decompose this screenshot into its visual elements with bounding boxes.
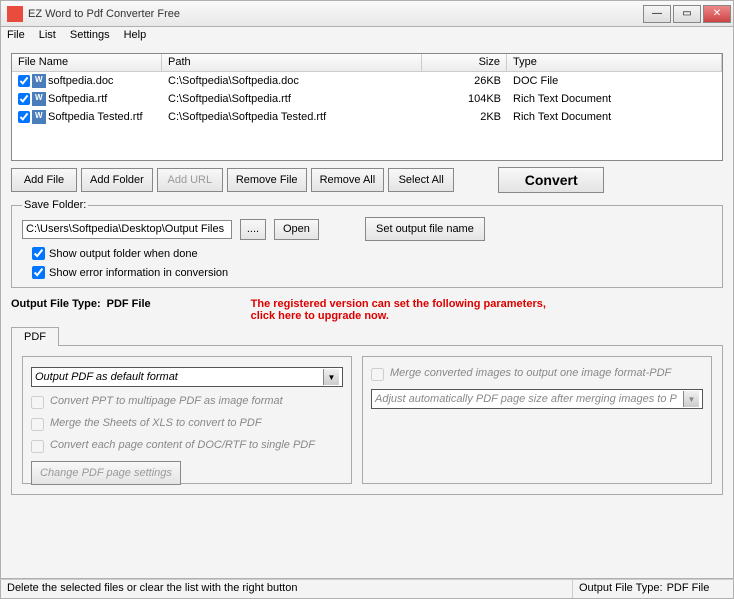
toolbar: Add File Add Folder Add URL Remove File … [11, 167, 723, 193]
output-type-row: Output File Type: PDF File The registere… [11, 298, 723, 322]
adjust-select: Adjust automatically PDF page size after… [371, 389, 703, 409]
opt3-checkbox [31, 440, 44, 453]
menubar: File List Settings Help [0, 27, 734, 47]
merge-checkbox [371, 368, 384, 381]
menu-help[interactable]: Help [124, 29, 147, 45]
convert-button[interactable]: Convert [498, 167, 604, 193]
row-checkbox[interactable] [18, 75, 30, 87]
cell-path: C:\Softpedia\Softpedia Tested.rtf [162, 111, 422, 123]
show-errors-label: Show error information in conversion [49, 267, 228, 279]
save-folder-group: Save Folder: .... Open Set output file n… [11, 199, 723, 288]
word-icon [32, 110, 46, 124]
cell-path: C:\Softpedia\Softpedia.rtf [162, 93, 422, 105]
app-icon [7, 6, 23, 22]
word-icon [32, 74, 46, 88]
show-folder-checkbox[interactable] [32, 247, 45, 260]
row-checkbox[interactable] [18, 93, 30, 105]
add-file-button[interactable]: Add File [11, 168, 77, 192]
maximize-button[interactable]: ▭ [673, 5, 701, 23]
cell-type: Rich Text Document [507, 111, 722, 123]
titlebar: EZ Word to Pdf Converter Free — ▭ ✕ [0, 0, 734, 27]
show-folder-label: Show output folder when done [49, 248, 198, 260]
adjust-value: Adjust automatically PDF page size after… [375, 393, 677, 405]
list-row[interactable]: Softpedia Tested.rtf C:\Softpedia\Softpe… [12, 108, 722, 126]
output-type-label: Output File Type: [11, 298, 101, 310]
opt3-label: Convert each page content of DOC/RTF to … [50, 439, 315, 451]
opt2-label: Merge the Sheets of XLS to convert to PD… [50, 417, 262, 429]
status-left: Delete the selected files or clear the l… [1, 580, 573, 598]
close-button[interactable]: ✕ [703, 5, 731, 23]
output-type-value: PDF File [107, 298, 151, 310]
pdf-format-value: Output PDF as default format [35, 371, 178, 383]
tab-panel: Output PDF as default format ▼ Convert P… [11, 345, 723, 495]
opt1-label: Convert PPT to multipage PDF as image fo… [50, 395, 283, 407]
add-url-button[interactable]: Add URL [157, 168, 223, 192]
tab-area: PDF Output PDF as default format ▼ Conve… [11, 326, 723, 495]
col-filename[interactable]: File Name [12, 54, 162, 71]
cell-type: Rich Text Document [507, 93, 722, 105]
open-button[interactable]: Open [274, 219, 319, 240]
output-path-input[interactable] [22, 220, 232, 239]
cell-filename: softpedia.doc [48, 75, 113, 87]
status-output-label: Output File Type: [579, 582, 663, 596]
chevron-down-icon: ▼ [323, 369, 339, 385]
list-row[interactable]: softpedia.doc C:\Softpedia\Softpedia.doc… [12, 72, 722, 90]
opt2-checkbox [31, 418, 44, 431]
set-output-name-button[interactable]: Set output file name [365, 217, 485, 241]
chevron-down-icon: ▼ [683, 391, 699, 407]
word-icon [32, 92, 46, 106]
show-errors-checkbox[interactable] [32, 266, 45, 279]
cell-size: 2KB [422, 111, 507, 123]
col-type[interactable]: Type [507, 54, 722, 71]
cell-type: DOC File [507, 75, 722, 87]
file-list[interactable]: File Name Path Size Type softpedia.doc C… [11, 53, 723, 161]
menu-settings[interactable]: Settings [70, 29, 110, 45]
upgrade-message[interactable]: The registered version can set the follo… [251, 298, 571, 322]
cell-filename: Softpedia Tested.rtf [48, 111, 143, 123]
col-size[interactable]: Size [422, 54, 507, 71]
pdf-format-select[interactable]: Output PDF as default format ▼ [31, 367, 343, 387]
remove-all-button[interactable]: Remove All [311, 168, 385, 192]
menu-file[interactable]: File [7, 29, 25, 45]
cell-filename: Softpedia.rtf [48, 93, 107, 105]
add-folder-button[interactable]: Add Folder [81, 168, 153, 192]
status-output-value: PDF File [667, 582, 710, 596]
cell-path: C:\Softpedia\Softpedia.doc [162, 75, 422, 87]
content-area: File Name Path Size Type softpedia.doc C… [0, 47, 734, 579]
save-folder-legend: Save Folder: [22, 199, 88, 211]
minimize-button[interactable]: — [643, 5, 671, 23]
tab-pdf[interactable]: PDF [11, 327, 59, 346]
change-pdf-settings-button: Change PDF page settings [31, 461, 181, 485]
select-all-button[interactable]: Select All [388, 168, 454, 192]
browse-button[interactable]: .... [240, 219, 266, 240]
pdf-left-panel: Output PDF as default format ▼ Convert P… [22, 356, 352, 484]
cell-size: 104KB [422, 93, 507, 105]
statusbar: Delete the selected files or clear the l… [0, 579, 734, 599]
list-header: File Name Path Size Type [12, 54, 722, 72]
col-path[interactable]: Path [162, 54, 422, 71]
pdf-right-panel: Merge converted images to output one ima… [362, 356, 712, 484]
remove-file-button[interactable]: Remove File [227, 168, 307, 192]
window-title: EZ Word to Pdf Converter Free [28, 8, 643, 20]
cell-size: 26KB [422, 75, 507, 87]
list-row[interactable]: Softpedia.rtf C:\Softpedia\Softpedia.rtf… [12, 90, 722, 108]
menu-list[interactable]: List [39, 29, 56, 45]
merge-label: Merge converted images to output one ima… [390, 367, 671, 379]
opt1-checkbox [31, 396, 44, 409]
row-checkbox[interactable] [18, 111, 30, 123]
